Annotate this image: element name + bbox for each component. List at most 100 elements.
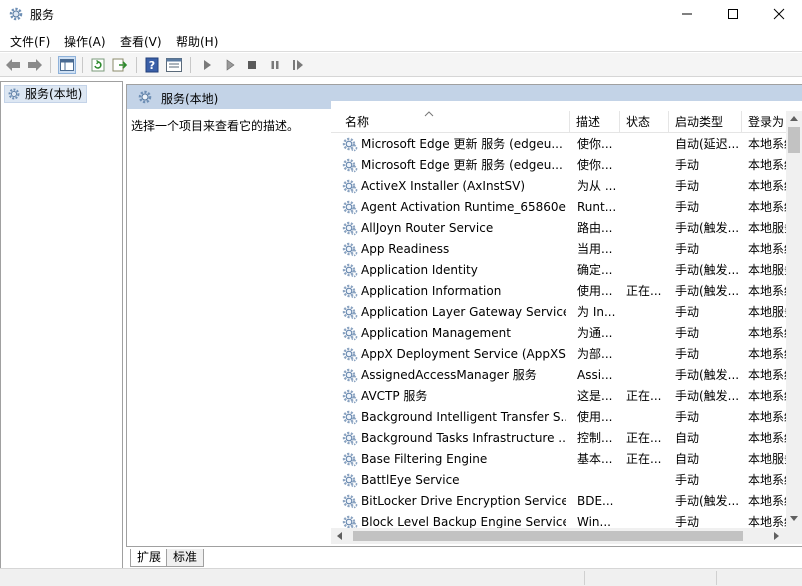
scroll-down-icon (790, 516, 798, 521)
service-row[interactable]: Agent Activation Runtime_65860edc Runt...… (331, 197, 788, 218)
service-status (626, 176, 668, 197)
properties-button[interactable] (165, 56, 183, 74)
service-row[interactable]: Microsoft Edge 更新 服务 (edgeu... 使你... 手动 本地系… (331, 155, 788, 176)
service-gear-icon (342, 221, 358, 236)
service-row[interactable]: Background Tasks Infrastructure ... 控制...… (331, 428, 788, 449)
service-logon-as: 本地系统 (748, 158, 788, 172)
play-outline-icon (226, 59, 235, 71)
start-service-with-params-button[interactable] (221, 56, 239, 74)
service-description: BDE... (577, 494, 614, 508)
column-header-description[interactable]: 描述 (570, 111, 620, 133)
services-list: 名称 描述 状态 启动类型 登录为 Microsoft Edge 更新 服务 (… (331, 101, 802, 544)
pause-service-button[interactable] (266, 56, 284, 74)
tree-item-services-local[interactable]: 服务(本地) (4, 85, 88, 103)
minimize-button[interactable] (664, 0, 710, 28)
service-status (626, 260, 668, 281)
service-row[interactable]: Application Identity 确定... 手动(触发... 本地服务 (331, 260, 788, 281)
service-name: Application Information (361, 284, 502, 298)
service-gear-icon (342, 137, 358, 152)
service-startup-type: 手动 (675, 158, 700, 172)
service-name: AssignedAccessManager 服务 (361, 368, 537, 382)
service-name: ActiveX Installer (AxInstSV) (361, 179, 526, 193)
service-logon-as: 本地服务 (748, 263, 788, 277)
service-logon-as: 本地系统 (748, 200, 788, 214)
service-row[interactable]: AppX Deployment Service (AppXS... 为部... 手动… (331, 344, 788, 365)
service-startup-type: 手动(触发... (675, 389, 740, 403)
menu-help[interactable]: 帮助(H) (176, 33, 218, 50)
show-hide-console-tree-button[interactable] (58, 56, 76, 74)
service-startup-type: 手动 (675, 326, 700, 340)
menu-file[interactable]: 文件(F) (10, 33, 50, 50)
export-list-button[interactable] (111, 56, 129, 74)
column-header-startup-type[interactable]: 启动类型 (669, 111, 742, 133)
service-row[interactable]: Microsoft Edge 更新 服务 (edgeu... 使你... 自动(延迟… (331, 134, 788, 155)
restart-service-button[interactable] (289, 56, 307, 74)
window-title: 服务 (30, 8, 55, 22)
stop-icon (248, 61, 256, 69)
service-row[interactable]: App Readiness 当用... 手动 本地系统 (331, 239, 788, 260)
horizontal-scroll-thumb[interactable] (353, 531, 743, 541)
refresh-icon (91, 58, 105, 72)
service-description: 基本... (577, 452, 613, 466)
horizontal-scrollbar[interactable] (331, 528, 786, 544)
service-row[interactable]: Application Layer Gateway Service 为 In...… (331, 302, 788, 323)
service-logon-as: 本地系统 (748, 410, 788, 424)
help-button[interactable]: ? (143, 56, 161, 74)
service-status (626, 344, 668, 365)
service-status (626, 365, 668, 386)
service-row[interactable]: Application Management 为通... 手动 本地系统 (331, 323, 788, 344)
service-logon-as: 本地系统 (748, 326, 788, 340)
service-row[interactable]: BattlEye Service 手动 本地系统 (331, 470, 788, 491)
maximize-button[interactable] (710, 0, 756, 28)
service-name: Microsoft Edge 更新 服务 (edgeu... (361, 137, 563, 151)
minimize-icon (682, 13, 692, 15)
column-header-status[interactable]: 状态 (620, 111, 669, 133)
service-description: 为部... (577, 347, 613, 361)
service-gear-icon (342, 389, 358, 404)
service-status: 正在... (626, 431, 662, 445)
properties-icon (166, 58, 182, 72)
service-row[interactable]: AVCTP 服务 这是... 正在... 手动(触发... 本地系统 (331, 386, 788, 407)
service-name: BattlEye Service (361, 473, 460, 487)
scrollbar-corner (786, 528, 802, 544)
service-gear-icon (342, 179, 358, 194)
column-header-name[interactable]: 名称 (331, 111, 570, 133)
service-row[interactable]: Base Filtering Engine 基本... 正在... 自动 本地服务 (331, 449, 788, 470)
back-button[interactable] (4, 56, 22, 74)
service-startup-type: 手动 (675, 200, 700, 214)
back-arrow-icon (6, 59, 20, 71)
service-description (577, 470, 619, 491)
vertical-scrollbar[interactable] (786, 111, 802, 544)
console-tree-icon (60, 59, 74, 71)
menu-action[interactable]: 操作(A) (64, 33, 106, 50)
service-startup-type: 手动 (675, 242, 700, 256)
stop-service-button[interactable] (243, 56, 261, 74)
service-status (626, 197, 668, 218)
start-service-button[interactable] (198, 56, 216, 74)
service-row[interactable]: ActiveX Installer (AxInstSV) 为从 ... 手动 本地系统 (331, 176, 788, 197)
services-gear-icon (8, 88, 20, 100)
service-logon-as: 本地系统 (748, 347, 788, 361)
service-name: Background Intelligent Transfer S... (361, 410, 566, 424)
service-row[interactable]: AllJoyn Router Service 路由... 手动(触发... 本地服务 (331, 218, 788, 239)
close-button[interactable] (756, 0, 802, 28)
service-status (626, 155, 668, 176)
service-gear-icon (342, 263, 358, 278)
service-row[interactable]: Background Intelligent Transfer S... 使用..… (331, 407, 788, 428)
refresh-button[interactable] (89, 56, 107, 74)
tab-standard[interactable]: 标准 (166, 549, 205, 567)
forward-button[interactable] (26, 56, 44, 74)
tab-extended[interactable]: 扩展 (130, 549, 169, 567)
help-icon: ? (145, 57, 159, 73)
service-row[interactable]: BitLocker Drive Encryption Service BDE...… (331, 491, 788, 512)
service-description: 这是... (577, 389, 613, 403)
service-status (626, 134, 668, 155)
service-gear-icon (342, 326, 358, 341)
menu-view[interactable]: 查看(V) (120, 33, 162, 50)
vertical-scroll-thumb[interactable] (788, 127, 800, 153)
service-name: AllJoyn Router Service (361, 221, 494, 235)
service-row[interactable]: AssignedAccessManager 服务 Assi... 手动(触发... 本… (331, 365, 788, 386)
content-header-title: 服务(本地) (161, 92, 219, 106)
service-row[interactable]: Application Information 使用... 正在... 手动(触发..… (331, 281, 788, 302)
services-gear-icon (9, 7, 23, 21)
